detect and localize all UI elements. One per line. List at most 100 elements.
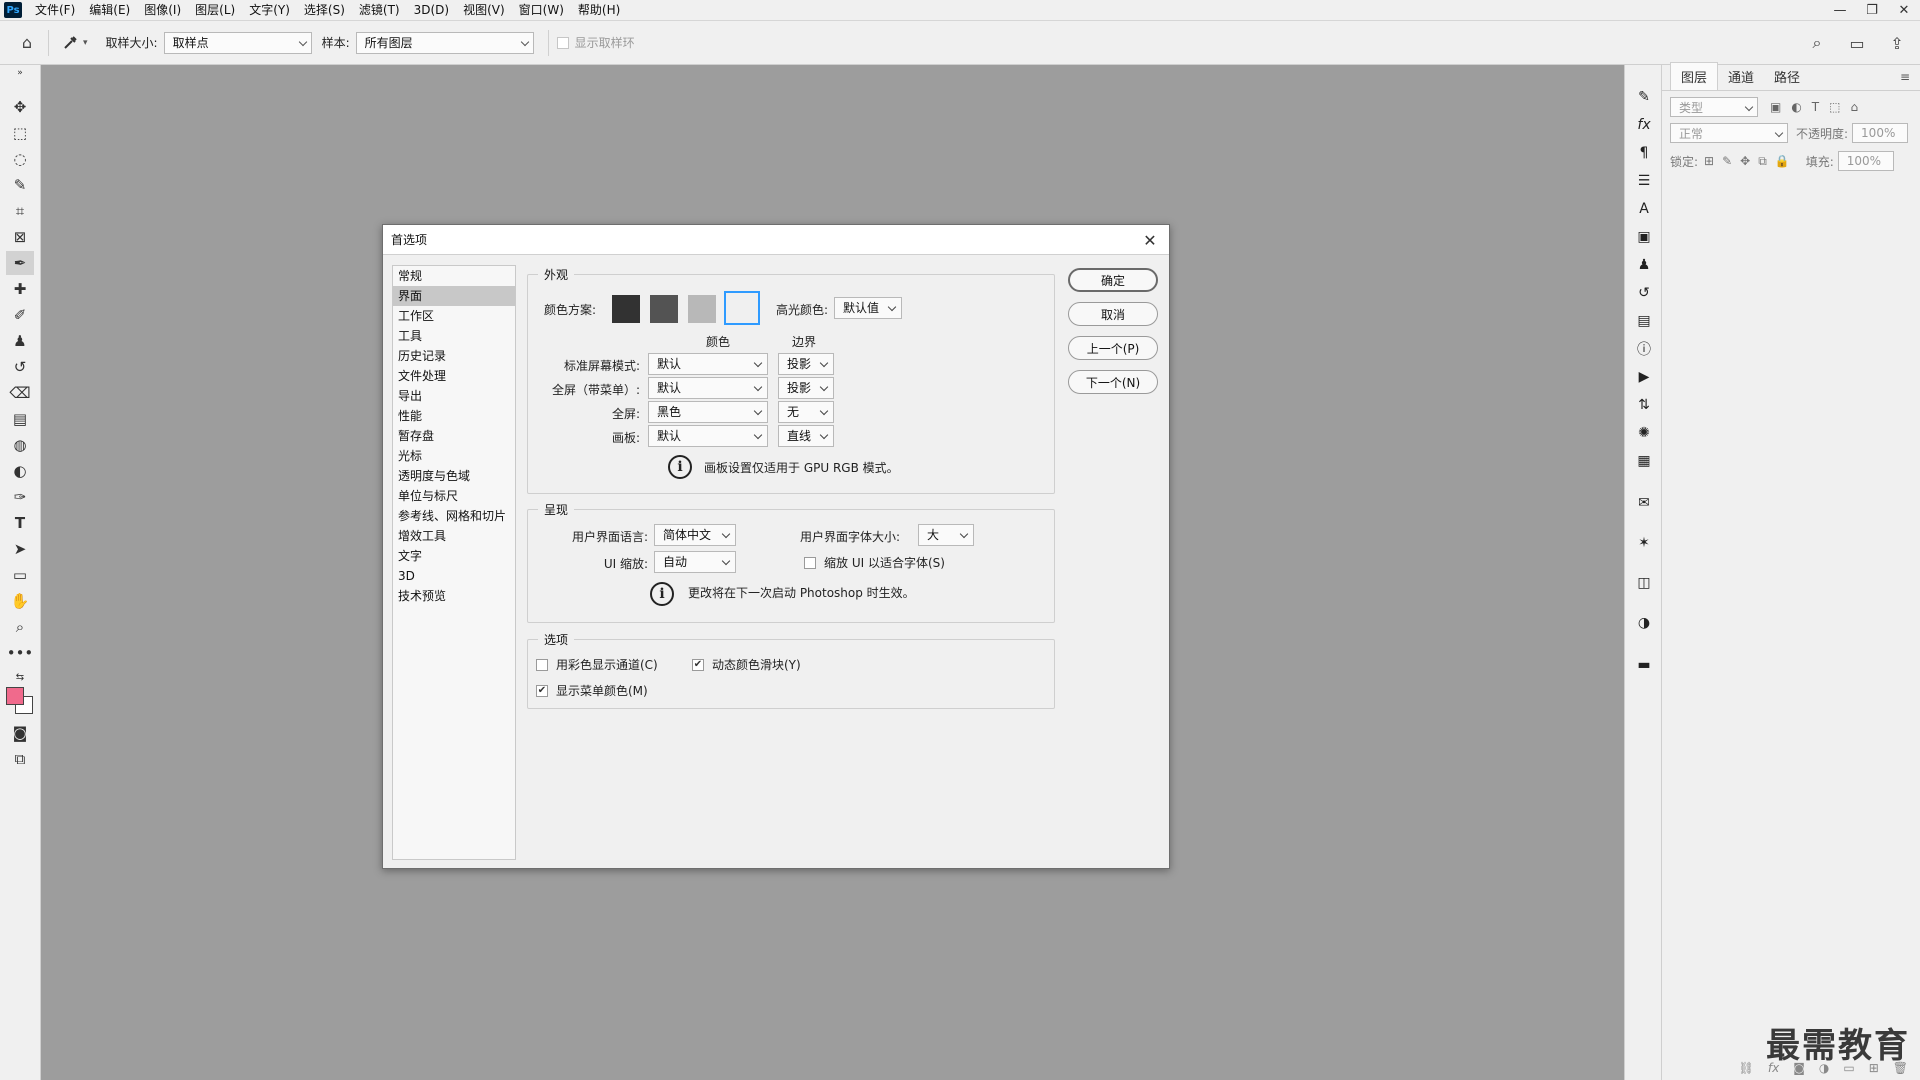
chevron-down-icon[interactable]: ▾ <box>83 38 88 48</box>
menu-filter[interactable]: 滤镜(T) <box>352 0 407 21</box>
cancel-button[interactable]: 取消 <box>1068 302 1158 326</box>
swap-colors-icon[interactable]: ⇆ <box>6 665 34 689</box>
standard-screen-border-select[interactable]: 投影 <box>778 353 834 375</box>
category-3d[interactable]: 3D <box>393 566 515 586</box>
search-icon[interactable]: ⌕ <box>1804 30 1830 56</box>
fullscreen-color-select[interactable]: 黑色 <box>648 401 768 423</box>
adjustments-icon[interactable]: ☰ <box>1634 171 1654 191</box>
eyedropper-tool-icon[interactable]: ✒ <box>6 251 34 275</box>
category-interface[interactable]: 界面 <box>393 286 515 306</box>
rectangle-tool-icon[interactable]: ▭ <box>6 563 34 587</box>
stamp-tool-icon[interactable]: ♟ <box>6 329 34 353</box>
show-sampling-ring-checkbox[interactable] <box>556 36 569 49</box>
path-select-tool-icon[interactable]: ➤ <box>6 537 34 561</box>
quick-select-tool-icon[interactable]: ✎ <box>6 173 34 197</box>
category-export[interactable]: 导出 <box>393 386 515 406</box>
layer-filter-select[interactable]: 类型 <box>1670 97 1758 117</box>
libraries-icon[interactable]: ▣ <box>1634 227 1654 247</box>
category-guides-grid[interactable]: 参考线、网格和切片 <box>393 506 515 526</box>
actions-play-icon[interactable]: ▶ <box>1634 367 1654 387</box>
brush-tool-icon[interactable]: ✐ <box>6 303 34 327</box>
next-button[interactable]: 下一个(N) <box>1068 370 1158 394</box>
ui-font-size-select[interactable]: 大 <box>918 524 974 546</box>
panel-menu-icon[interactable]: ≡ <box>1900 70 1910 90</box>
menu-file[interactable]: 文件(F) <box>28 0 82 21</box>
3d-icon[interactable]: ✺ <box>1634 423 1654 443</box>
ui-scale-select[interactable]: 自动 <box>654 551 736 573</box>
minimize-button[interactable]: — <box>1824 0 1856 21</box>
gradients-icon[interactable]: ▬ <box>1634 655 1654 675</box>
menu-select[interactable]: 选择(S) <box>297 0 352 21</box>
table-grid-icon[interactable]: ▦ <box>1634 451 1654 471</box>
color-channels-checkbox[interactable] <box>536 658 548 671</box>
standard-screen-color-select[interactable]: 默认 <box>648 353 768 375</box>
artboard-color-select[interactable]: 默认 <box>648 425 768 447</box>
fullscreen-border-select[interactable]: 无 <box>778 401 834 423</box>
lock-icons[interactable]: ⊞✎✥⧉🔒 <box>1704 154 1798 169</box>
workspace-icon[interactable]: ▭ <box>1844 30 1870 56</box>
color-scheme-swatch-1[interactable] <box>612 295 640 323</box>
timeline-icon[interactable]: ✶ <box>1634 533 1654 553</box>
menu-window[interactable]: 窗口(W) <box>512 0 571 21</box>
menu-layer[interactable]: 图层(L) <box>188 0 242 21</box>
menu-help[interactable]: 帮助(H) <box>571 0 627 21</box>
tool-presets-icon[interactable]: ⇅ <box>1634 395 1654 415</box>
previous-button[interactable]: 上一个(P) <box>1068 336 1158 360</box>
color-scheme-swatch-2[interactable] <box>650 295 678 323</box>
share-icon[interactable]: ⇪ <box>1884 30 1910 56</box>
dynamic-sliders-checkbox[interactable]: ✔ <box>692 658 704 671</box>
category-tech-preview[interactable]: 技术预览 <box>393 586 515 606</box>
frame-tool-icon[interactable]: ⊠ <box>6 225 34 249</box>
paragraph-icon[interactable]: ¶ <box>1634 143 1654 163</box>
styles-fx-icon[interactable]: fx <box>1634 115 1654 135</box>
color-scheme-swatch-4[interactable] <box>724 291 760 325</box>
menu-3d[interactable]: 3D(D) <box>407 0 456 21</box>
category-transparency[interactable]: 透明度与色域 <box>393 466 515 486</box>
layer-filter-icons[interactable]: ▣◐T⬚⌂ <box>1770 100 1868 114</box>
healing-brush-tool-icon[interactable]: ✚ <box>6 277 34 301</box>
color-scheme-swatch-3[interactable] <box>688 295 716 323</box>
dialog-close-icon[interactable]: ✕ <box>1139 229 1161 251</box>
ui-language-select[interactable]: 简体中文 <box>654 524 736 546</box>
opacity-input[interactable]: 100% <box>1852 123 1909 143</box>
menu-image[interactable]: 图像(I) <box>137 0 188 21</box>
sample-select[interactable]: 所有图层 <box>355 31 534 54</box>
brush-settings-icon[interactable]: ✎ <box>1634 87 1654 107</box>
hand-tool-icon[interactable]: ✋ <box>6 589 34 613</box>
type-tool-icon[interactable]: T <box>6 511 34 535</box>
category-history[interactable]: 历史记录 <box>393 346 515 366</box>
category-plugins[interactable]: 增效工具 <box>393 526 515 546</box>
lasso-tool-icon[interactable]: ◌ <box>6 147 34 171</box>
properties-icon[interactable]: ▤ <box>1634 311 1654 331</box>
character-icon[interactable]: A <box>1634 199 1654 219</box>
tab-channels[interactable]: 通道 <box>1718 63 1764 90</box>
category-type[interactable]: 文字 <box>393 546 515 566</box>
tab-paths[interactable]: 路径 <box>1764 63 1810 90</box>
crop-tool-icon[interactable]: ⌗ <box>6 199 34 223</box>
ok-button[interactable]: 确定 <box>1068 268 1158 292</box>
clone-source-icon[interactable]: ♟ <box>1634 255 1654 275</box>
zoom-tool-icon[interactable]: ⌕ <box>6 615 34 639</box>
history-brush-tool-icon[interactable]: ↺ <box>6 355 34 379</box>
blur-tool-icon[interactable]: ◍ <box>6 433 34 457</box>
move-tool-icon[interactable]: ✥ <box>6 95 34 119</box>
eyedropper-preset-icon[interactable] <box>57 30 83 56</box>
category-cursors[interactable]: 光标 <box>393 446 515 466</box>
category-general[interactable]: 常规 <box>393 266 515 286</box>
history-icon[interactable]: ↺ <box>1634 283 1654 303</box>
highlight-color-select[interactable]: 默认值 <box>834 297 902 319</box>
menu-view[interactable]: 视图(V) <box>456 0 512 21</box>
fullscreen-menu-border-select[interactable]: 投影 <box>778 377 834 399</box>
color-panel-icon[interactable]: ◑ <box>1634 613 1654 633</box>
collapse-icon[interactable]: » <box>6 67 34 79</box>
eraser-tool-icon[interactable]: ⌫ <box>6 381 34 405</box>
info-panel-icon[interactable]: ⓘ <box>1634 339 1654 359</box>
category-units-rulers[interactable]: 单位与标尺 <box>393 486 515 506</box>
navigator-icon[interactable]: ◫ <box>1634 573 1654 593</box>
sample-size-select[interactable]: 取样点 <box>163 31 312 54</box>
category-performance[interactable]: 性能 <box>393 406 515 426</box>
home-icon[interactable]: ⌂ <box>14 30 40 56</box>
more-tools-icon[interactable]: ••• <box>6 641 34 665</box>
blend-mode-select[interactable]: 正常 <box>1670 123 1788 143</box>
artboard-border-select[interactable]: 直线 <box>778 425 834 447</box>
